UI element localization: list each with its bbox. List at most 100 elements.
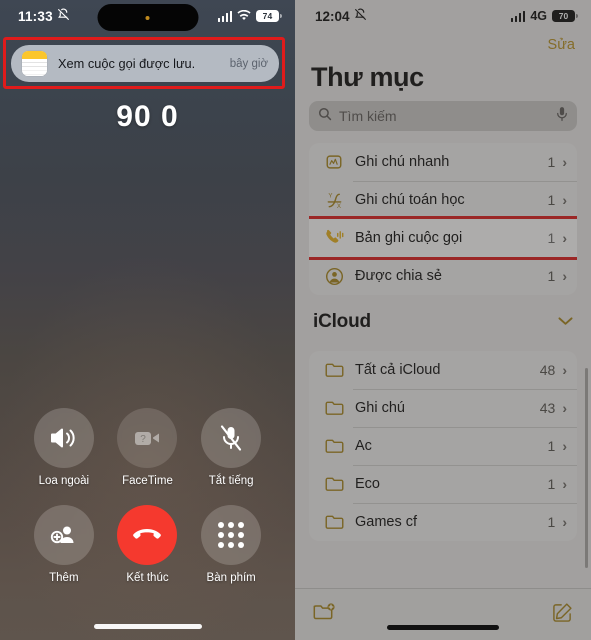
keypad-dots-icon xyxy=(201,505,262,565)
list-item-call-recording[interactable]: Bản ghi cuộc gọi 1 › xyxy=(309,219,577,257)
list-item-count: 1 xyxy=(547,154,556,170)
end-call-label: Kết thúc xyxy=(126,572,169,584)
folder-icon xyxy=(323,362,345,378)
list-item-count: 1 xyxy=(547,230,556,246)
chevron-right-icon: › xyxy=(562,230,567,246)
microphone-slash-icon xyxy=(201,408,262,468)
dual-phone-screenshot: 11:33 74 Xem cuộc gọi được lưu. bây giờ … xyxy=(0,0,591,640)
status-time: 12:04 xyxy=(315,8,350,24)
mute-button[interactable]: Tắt tiếng xyxy=(189,408,273,487)
wifi-icon xyxy=(237,9,251,24)
chevron-right-icon: › xyxy=(562,154,567,170)
section-title: iCloud xyxy=(313,311,371,332)
math-notes-icon: Y X xyxy=(323,191,345,210)
chevron-right-icon: › xyxy=(562,192,567,208)
svg-text:?: ? xyxy=(141,434,147,445)
search-icon xyxy=(318,107,332,126)
list-item-label: Tất cả iCloud xyxy=(355,362,441,378)
folder-icon xyxy=(323,438,345,454)
search-input[interactable]: Tìm kiếm xyxy=(309,101,577,131)
list-item-all-icloud[interactable]: Tất cả iCloud 48 › xyxy=(309,351,577,389)
status-right: 4G 70 xyxy=(510,9,578,23)
search-placeholder: Tìm kiếm xyxy=(339,108,397,124)
status-right: 74 xyxy=(217,9,282,24)
page-title: Thư mục xyxy=(311,62,424,92)
list-item-label: Eco xyxy=(355,476,380,492)
edit-button[interactable]: Sửa xyxy=(548,37,575,53)
home-indicator[interactable] xyxy=(93,624,202,629)
compose-note-icon[interactable] xyxy=(552,602,573,628)
list-item-label: Ghi chú xyxy=(355,400,405,416)
speaker-button[interactable]: Loa ngoài xyxy=(22,408,106,487)
list-item-count: 48 xyxy=(539,362,556,378)
list-item-label: Ghi chú toán học xyxy=(355,192,465,208)
list-item-label: Được chia sẻ xyxy=(355,268,442,284)
status-time: 11:33 xyxy=(18,8,53,24)
facetime-label: FaceTime xyxy=(122,475,173,487)
list-item-count: 1 xyxy=(547,438,556,454)
phone-down-icon xyxy=(117,505,178,565)
chevron-right-icon: › xyxy=(562,438,567,454)
facetime-button[interactable]: ? FaceTime xyxy=(106,408,190,487)
chevron-right-icon: › xyxy=(562,362,567,378)
bottom-toolbar xyxy=(295,588,591,640)
cellular-bars-icon xyxy=(510,10,526,22)
chevron-right-icon: › xyxy=(562,268,567,284)
list-item-ac[interactable]: Ac 1 › xyxy=(309,427,577,465)
list-item-quick-note[interactable]: Ghi chú nhanh 1 › xyxy=(309,143,577,181)
speaker-wave-icon xyxy=(33,408,94,468)
icloud-section-header[interactable]: iCloud xyxy=(295,295,591,339)
notes-folders-screen: 12:04 4G 70 Sửa Thư mục Tìm kiếm Ghi chú… xyxy=(295,0,591,640)
add-call-button[interactable]: Thêm xyxy=(22,505,106,584)
call-recording-row-wrapper: Bản ghi cuộc gọi 1 › xyxy=(309,216,577,260)
list-item-eco[interactable]: Eco 1 › xyxy=(309,465,577,503)
call-screen: 11:33 74 Xem cuộc gọi được lưu. bây giờ … xyxy=(0,0,295,640)
chevron-right-icon: › xyxy=(562,476,567,492)
folder-icon xyxy=(323,476,345,492)
list-item-label: Bản ghi cuộc gọi xyxy=(355,230,463,246)
list-item-math-notes[interactable]: Y X Ghi chú toán học 1 › xyxy=(309,181,577,219)
list-item-count: 1 xyxy=(547,514,556,530)
list-item-label: Games cf xyxy=(355,514,418,530)
status-left: 11:33 xyxy=(18,8,70,24)
list-item-games-cf[interactable]: Games cf 1 › xyxy=(309,503,577,541)
bell-slash-icon xyxy=(354,8,367,24)
folder-icon xyxy=(323,400,345,416)
mute-label: Tắt tiếng xyxy=(208,475,254,487)
new-folder-icon[interactable] xyxy=(313,602,337,627)
microphone-icon[interactable] xyxy=(556,106,568,127)
shared-person-icon xyxy=(323,267,345,286)
speaker-label: Loa ngoài xyxy=(38,475,90,487)
list-item-shared[interactable]: Được chia sẻ 1 › xyxy=(309,257,577,295)
home-indicator[interactable] xyxy=(387,625,499,630)
icloud-folders-card: Tất cả iCloud 48 › Ghi chú 43 › Ac 1 › E… xyxy=(309,351,577,541)
call-number: 90 0 xyxy=(116,100,179,133)
camera-indicator-dot xyxy=(145,15,150,20)
list-item-count: 1 xyxy=(547,476,556,492)
status-left: 12:04 xyxy=(315,8,367,24)
right-status-bar: 12:04 4G 70 xyxy=(295,0,591,32)
chevron-down-icon[interactable] xyxy=(558,313,573,331)
dynamic-island xyxy=(97,4,198,31)
keypad-label: Bàn phím xyxy=(206,572,256,584)
list-item-count: 43 xyxy=(539,400,556,416)
battery-indicator: 70 xyxy=(552,10,578,22)
chevron-right-icon: › xyxy=(562,400,567,416)
network-type: 4G xyxy=(530,9,547,23)
svg-text:X: X xyxy=(336,203,340,210)
list-item-label: Ac xyxy=(355,438,372,454)
list-item-notes-folder[interactable]: Ghi chú 43 › xyxy=(309,389,577,427)
end-call-button[interactable]: Kết thúc xyxy=(106,505,190,584)
list-item-label: Ghi chú nhanh xyxy=(355,154,450,170)
call-recording-icon xyxy=(323,229,345,247)
list-item-count: 1 xyxy=(547,192,556,208)
scrollbar[interactable] xyxy=(585,368,588,568)
chevron-right-icon: › xyxy=(562,514,567,530)
cellular-bars-icon xyxy=(217,10,232,22)
svg-text:Y: Y xyxy=(328,192,332,199)
edit-row: Sửa xyxy=(295,32,591,58)
bell-slash-icon xyxy=(57,8,70,24)
list-item-count: 1 xyxy=(547,268,556,284)
keypad-button[interactable]: Bàn phím xyxy=(189,505,273,584)
quick-note-icon xyxy=(323,153,345,171)
